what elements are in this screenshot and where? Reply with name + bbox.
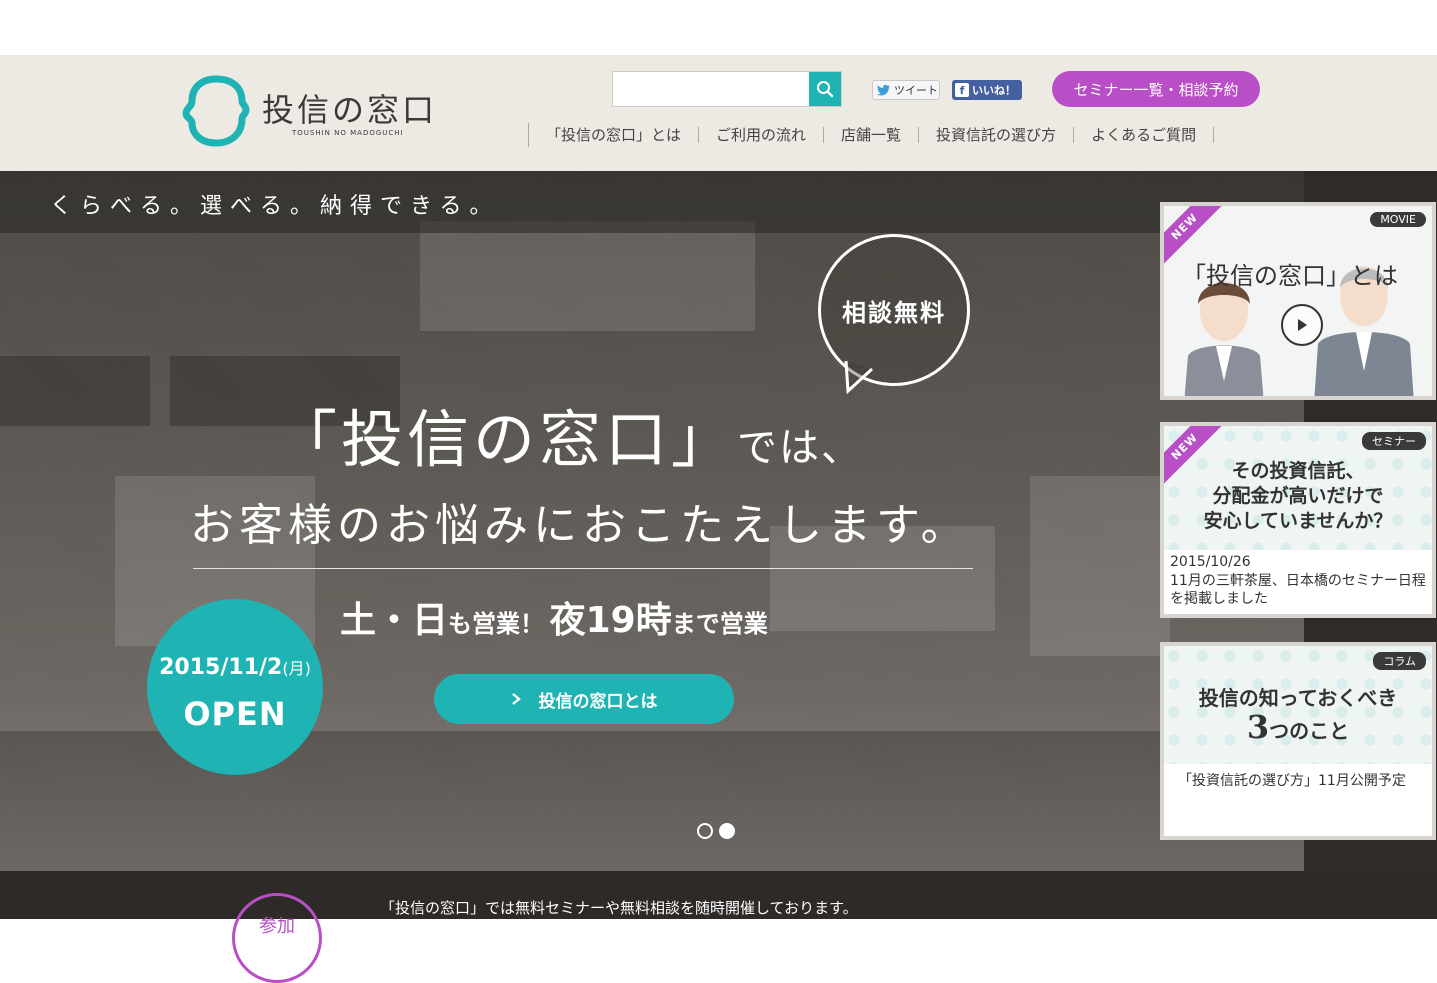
column-headline-1: 投信の知っておくべき (1198, 686, 1398, 710)
nav-item-stores[interactable]: 店舗一覧 (824, 127, 920, 143)
about-cta-button[interactable]: 投信の窓口とは (434, 674, 734, 724)
hours-weekend: 土・日 (340, 600, 449, 641)
hero-business-hours: 土・日も営業！ 夜19時まで営業 (340, 591, 768, 643)
column-headline-2: 3つのこと (1164, 708, 1432, 746)
logo-text: 投信の窓口 (262, 91, 438, 129)
info-text: 「投信の窓口」では無料セミナーや無料相談を随時開催しております。 (380, 899, 858, 917)
chevron-right-icon (511, 693, 521, 705)
search-box (612, 71, 842, 107)
seminar-headline-2: 分配金が高いだけで (1212, 485, 1384, 507)
column-headline-suffix: つのこと (1269, 719, 1350, 743)
nav-item-about[interactable]: 「投信の窓口」とは (529, 127, 700, 143)
nav-item-how-to-choose[interactable]: 投資信託の選び方 (919, 127, 1075, 143)
hero-divider (193, 568, 973, 569)
movie-card-thumbnail (1164, 206, 1432, 396)
tweet-label: ツイート (894, 84, 938, 97)
site-logo[interactable]: 投信の窓口 TOUSHIN NO MADOGUCHI (180, 73, 434, 153)
column-tag: コラム (1373, 652, 1426, 670)
hero-headline-suffix: では、 (737, 425, 864, 471)
hero-bg-sign (420, 221, 755, 331)
open-label: OPEN (183, 695, 287, 733)
hero-headline-brand: 「投信の窓口」 (275, 403, 738, 476)
column-text: 「投資信託の選び方」11月公開予定 (1178, 773, 1406, 789)
seminar-text: 11月の三軒茶屋、日本橋のセミナー日程を掲載しました (1170, 573, 1426, 607)
hero-bg-panel (1030, 476, 1170, 656)
twitter-bird-icon (877, 84, 890, 96)
movie-card[interactable]: NEW MOVIE 「投信の窓口」とは (1160, 202, 1436, 400)
hours-open-text: も営業！ (448, 610, 545, 638)
movie-tag: MOVIE (1370, 212, 1426, 227)
column-card[interactable]: コラム 投信の知っておくべき 3つのこと 「投資信託の選び方」11月公開予定 (1160, 642, 1436, 840)
open-date-value: 2015/11/2 (159, 655, 283, 680)
tweet-button[interactable]: ツイート (872, 80, 940, 100)
seminar-headline-1: その投資信託、 (1231, 460, 1365, 482)
open-date: 2015/11/2(月) (147, 655, 323, 680)
play-button[interactable] (1281, 304, 1323, 346)
search-button[interactable] (809, 72, 841, 106)
open-date-weekday: (月) (282, 659, 311, 678)
logo-subtitle: TOUSHIN NO MADOGUCHI (292, 129, 404, 137)
about-cta-label: 投信の窓口とは (538, 691, 658, 712)
nav-item-faq[interactable]: よくあるご質問 (1074, 127, 1215, 143)
play-icon (1298, 319, 1307, 331)
people-illustration-icon (1184, 266, 1414, 396)
info-bar: 参加 「投信の窓口」では無料セミナーや無料相談を随時開催しております。 (0, 871, 1437, 983)
hours-night: 夜19時 (549, 600, 672, 641)
slider-dot-1[interactable] (697, 823, 713, 839)
search-input[interactable] (613, 72, 809, 106)
global-nav: 「投信の窓口」とは ご利用の流れ 店舗一覧 投資信託の選び方 よくあるご質問 (528, 123, 1215, 147)
join-badge: 参加 (232, 893, 322, 983)
nav-item-flow[interactable]: ご利用の流れ (699, 127, 825, 143)
hero-bg-shelf (0, 356, 150, 426)
hero-tagline: くらべる。選べる。納得できる。 (50, 194, 500, 219)
seminar-tag: セミナー (1362, 432, 1426, 450)
tagline-bar: くらべる。選べる。納得できる。 (0, 171, 1304, 233)
search-icon (817, 81, 834, 98)
site-header: 投信の窓口 TOUSHIN NO MADOGUCHI ツイート f いいね！ セ… (0, 55, 1437, 171)
facebook-like-button[interactable]: f いいね！ (952, 80, 1022, 100)
seminar-date: 2015/10/26 (1170, 554, 1251, 570)
slider-dot-2[interactable] (719, 823, 735, 839)
facebook-icon: f (955, 83, 969, 97)
open-date-badge: 2015/11/2(月) OPEN (147, 599, 323, 775)
logo-bubble-icon (182, 75, 250, 147)
column-headline-number: 3 (1246, 708, 1270, 746)
hero-headline-line2: お客様のお悩みにおこたえします。 (190, 500, 970, 551)
hero-headline-line1: 「投信の窓口」では、 (275, 389, 863, 479)
hours-until-text: まで営業 (671, 610, 768, 638)
seminar-reservation-button[interactable]: セミナー一覧・相談予約 (1052, 71, 1260, 107)
slider-pagination (697, 823, 735, 839)
seminar-headline-3: 安心していませんか？ (1203, 510, 1393, 532)
like-label: いいね！ (972, 84, 1016, 97)
movie-card-title: 「投信の窓口」とは (1182, 262, 1398, 290)
seminar-card[interactable]: NEW セミナー その投資信託、 分配金が高いだけで 安心していませんか？ 20… (1160, 422, 1436, 618)
